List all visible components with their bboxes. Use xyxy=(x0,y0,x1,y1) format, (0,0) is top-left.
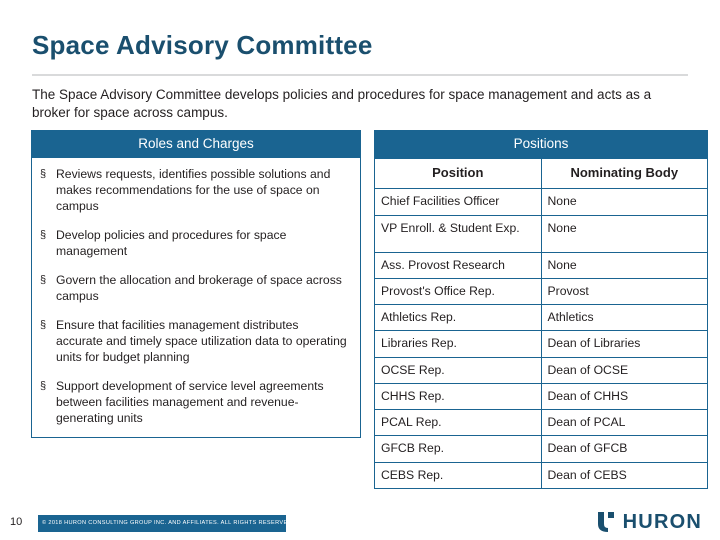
table-row: CHHS Rep. Dean of CHHS xyxy=(374,382,708,411)
cell-position: CEBS Rep. xyxy=(374,461,542,489)
cell-nominating-body: Provost xyxy=(540,277,708,306)
list-item: § Ensure that facilities management dist… xyxy=(40,318,352,366)
cell-position: OCSE Rep. xyxy=(374,356,542,384)
roles-panel-header: Roles and Charges xyxy=(31,130,361,158)
cell-position: VP Enroll. & Student Exp. xyxy=(374,214,542,253)
copyright-text: © 2018 HURON CONSULTING GROUP INC. AND A… xyxy=(42,520,294,526)
cell-nominating-body: Dean of CHHS xyxy=(540,382,708,411)
positions-table: Position Nominating Body Chief Facilitie… xyxy=(374,157,708,489)
table-row: OCSE Rep. Dean of OCSE xyxy=(374,356,708,384)
cell-position: Athletics Rep. xyxy=(374,303,542,332)
cell-nominating-body: None xyxy=(540,251,708,279)
cell-nominating-body: Athletics xyxy=(540,303,708,332)
table-row: Chief Facilities Officer None xyxy=(374,188,708,216)
table-row: VP Enroll. & Student Exp. None xyxy=(374,214,708,253)
page-title: Space Advisory Committee xyxy=(32,30,373,60)
column-header-nominating-body: Nominating Body xyxy=(540,157,708,190)
positions-panel-header: Positions xyxy=(374,130,708,158)
cell-nominating-body: Dean of Libraries xyxy=(540,330,708,358)
cell-position: Libraries Rep. xyxy=(374,330,542,358)
huron-mark-icon xyxy=(596,510,616,534)
slide-subtitle: The Space Advisory Committee develops po… xyxy=(32,87,652,121)
list-item: § Develop policies and procedures for sp… xyxy=(40,228,352,260)
title-divider xyxy=(32,74,688,76)
cell-nominating-body: Dean of OCSE xyxy=(540,356,708,384)
cell-nominating-body: Dean of PCAL xyxy=(540,408,708,437)
table-row: Libraries Rep. Dean of Libraries xyxy=(374,330,708,358)
list-item: § Support development of service level a… xyxy=(40,379,352,427)
cell-position: Provost's Office Rep. xyxy=(374,277,542,306)
list-item: § Reviews requests, identifies possible … xyxy=(40,167,352,215)
table-row: GFCB Rep. Dean of GFCB xyxy=(374,435,708,463)
huron-logo-text: HURON xyxy=(622,510,702,533)
roles-and-charges-panel: Roles and Charges § Reviews requests, id… xyxy=(31,130,361,438)
bullet-marker-icon: § xyxy=(40,273,47,286)
table-row: Provost's Office Rep. Provost xyxy=(374,277,708,306)
table-row: CEBS Rep. Dean of CEBS xyxy=(374,461,708,489)
bullet-marker-icon: § xyxy=(40,318,47,331)
slide: Space Advisory Committee The Space Advis… xyxy=(0,0,720,540)
list-item: § Govern the allocation and brokerage of… xyxy=(40,273,352,305)
cell-nominating-body: Dean of GFCB xyxy=(540,435,708,463)
list-item-text: Develop policies and procedures for spac… xyxy=(56,227,287,258)
table-row: Athletics Rep. Athletics xyxy=(374,303,708,332)
table-row: PCAL Rep. Dean of PCAL xyxy=(374,408,708,437)
bullet-marker-icon: § xyxy=(40,168,47,180)
list-item-text: Support development of service level agr… xyxy=(56,378,324,425)
page-number: 10 xyxy=(10,516,23,528)
cell-position: Chief Facilities Officer xyxy=(374,188,542,216)
positions-panel: Positions Position Nominating Body Chief… xyxy=(374,130,708,489)
positions-table-body: Chief Facilities Officer None VP Enroll.… xyxy=(374,188,708,489)
list-item-text: Reviews requests, identifies possible so… xyxy=(56,167,331,213)
bullet-marker-icon: § xyxy=(40,379,47,392)
cell-position: GFCB Rep. xyxy=(374,435,542,463)
list-item-text: Govern the allocation and brokerage of s… xyxy=(56,272,342,303)
cell-position: Ass. Provost Research xyxy=(374,251,542,279)
bullet-marker-icon: § xyxy=(40,228,47,241)
table-row: Ass. Provost Research None xyxy=(374,251,708,279)
roles-bullet-list: § Reviews requests, identifies possible … xyxy=(31,158,361,438)
cell-nominating-body: None xyxy=(540,188,708,216)
huron-logo: HURON xyxy=(596,510,702,534)
copyright-bar: © 2018 HURON CONSULTING GROUP INC. AND A… xyxy=(38,515,294,532)
cell-nominating-body: None xyxy=(540,214,708,253)
cell-position: CHHS Rep. xyxy=(374,382,542,411)
column-header-position: Position xyxy=(374,157,542,190)
list-item-text: Ensure that facilities management distri… xyxy=(56,317,347,364)
cell-nominating-body: Dean of CEBS xyxy=(540,461,708,489)
table-header-row: Position Nominating Body xyxy=(374,157,708,190)
cell-position: PCAL Rep. xyxy=(374,408,542,437)
